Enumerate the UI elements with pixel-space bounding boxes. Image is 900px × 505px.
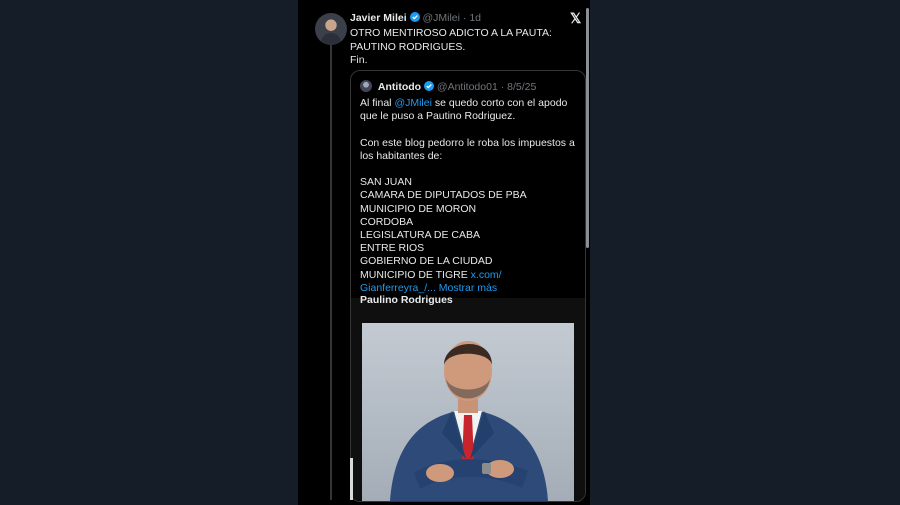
quoted-author-name[interactable]: Antitodo [378, 81, 421, 93]
quoted-paragraph: Al final @JMilei se quedo corto con el a… [360, 97, 580, 123]
show-more-link[interactable]: Mostrar más [439, 282, 497, 294]
header-separator: · [462, 12, 467, 24]
external-link[interactable]: Gianferreyra_/... [360, 282, 436, 294]
author-name[interactable]: Javier Milei [350, 12, 407, 24]
verified-badge-icon [424, 81, 434, 91]
mention-link[interactable]: @JMilei [394, 97, 432, 109]
place-item-last: MUNICIPIO DE TIGRE x.com/ [360, 269, 580, 282]
quoted-tweet[interactable]: Antitodo @Antitodo01 · 8/5/25 Al final @… [350, 70, 586, 502]
quoted-text: Al final [360, 97, 395, 109]
tweet-time[interactable]: 1d [469, 12, 481, 24]
x-logo-icon[interactable]: 𝕏 [570, 10, 581, 27]
place-item: CAMARA DE DIPUTADOS DE PBA [360, 189, 527, 202]
quoted-separator: · [500, 81, 505, 93]
portrait-illustration [362, 323, 574, 501]
tweet-line: Fin. [350, 54, 368, 66]
place-item: ENTRE RIOS [360, 242, 425, 255]
place-item: CORDOBA [360, 215, 414, 228]
quoted-body: Al final @JMilei se quedo corto con el a… [360, 97, 580, 295]
author-avatar[interactable] [315, 13, 347, 45]
place-item: MUNICIPIO DE MORON [360, 202, 477, 215]
author-handle[interactable]: @JMilei [422, 12, 460, 24]
tweet-header: Javier Milei @JMilei · 1d [350, 12, 481, 24]
tweet-line: OTRO MENTIROSO ADICTO A LA PAUTA: [350, 27, 552, 39]
external-link[interactable]: x.com/ [471, 269, 502, 281]
place-item: MUNICIPIO DE TIGRE [360, 268, 468, 281]
scrollbar[interactable] [586, 8, 589, 248]
place-item: LEGISLATURA DE CABA [360, 229, 481, 241]
edge-strip [350, 458, 353, 500]
thread-line [330, 45, 332, 500]
place-item: GOBIERNO DE LA CIUDAD [360, 255, 493, 268]
quoted-avatar[interactable] [360, 80, 372, 92]
place-item: SAN JUAN [360, 176, 412, 189]
quoted-media[interactable]: Paulino Rodrigues [351, 294, 585, 501]
verified-badge-icon [409, 12, 420, 22]
portrait-photo[interactable] [362, 323, 574, 501]
media-title: Paulino Rodrigues [360, 294, 453, 306]
quoted-date[interactable]: 8/5/25 [507, 81, 536, 93]
tweet-text: OTRO MENTIROSO ADICTO A LA PAUTA: PAUTIN… [350, 27, 552, 68]
quoted-paragraph: Con este blog pedorro le roba los impues… [360, 136, 575, 162]
tweet-line: PAUTINO RODRIGUES. [350, 40, 466, 53]
quoted-handle[interactable]: @Antitodo01 [437, 81, 498, 93]
quoted-header: Antitodo @Antitodo01 · 8/5/25 [360, 80, 536, 93]
